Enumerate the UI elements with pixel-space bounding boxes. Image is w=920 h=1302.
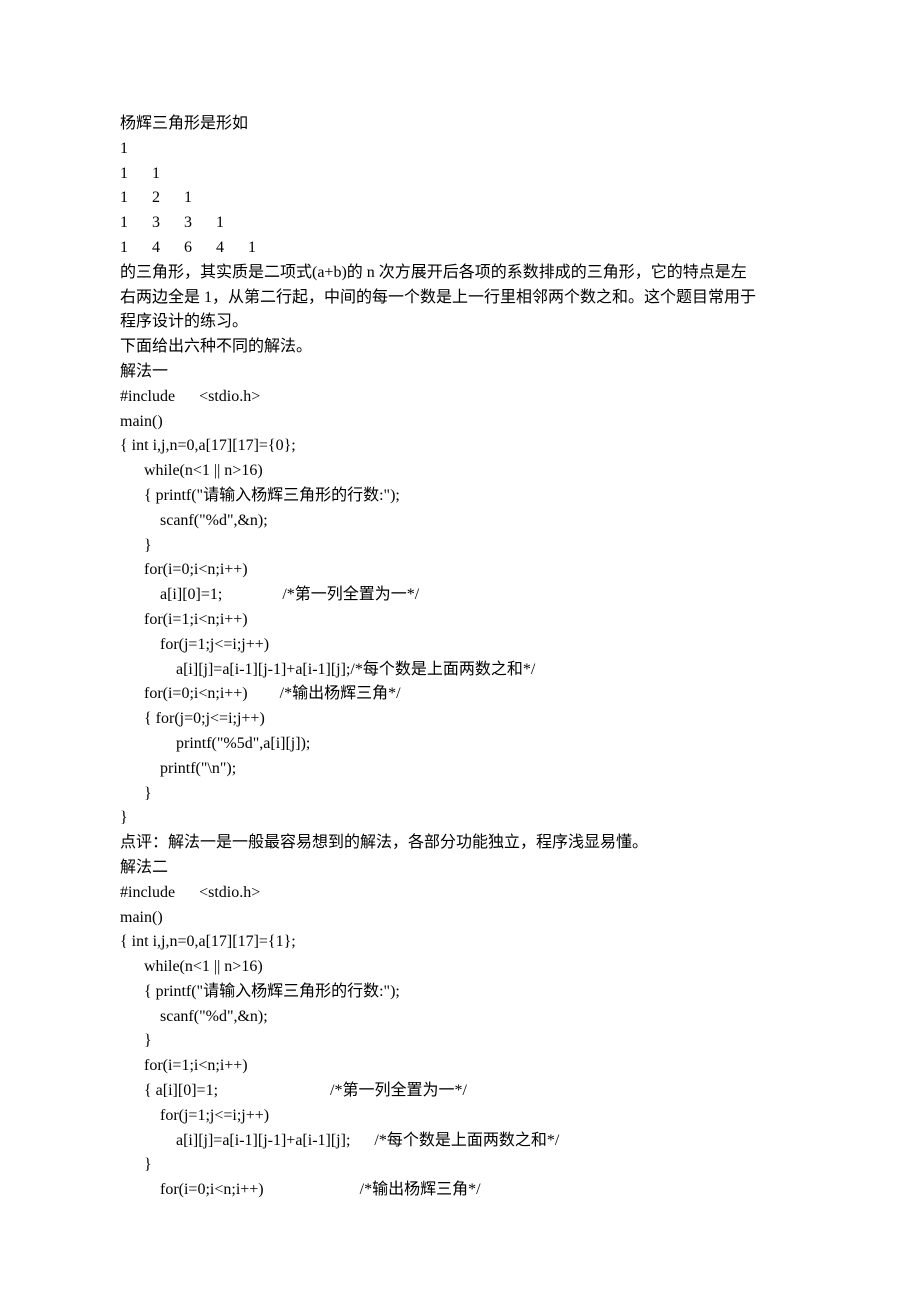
code-line: }	[120, 1029, 800, 1054]
text-line: 解法二	[120, 856, 800, 881]
code-line: for(i=0;i<n;i++) /*输出杨辉三角*/	[120, 1178, 800, 1203]
text-line: 右两边全是 1，从第二行起，中间的每一个数是上一行里相邻两个数之和。这个题目常用…	[120, 286, 800, 311]
text-line: 1	[120, 137, 800, 162]
code-line: main()	[120, 410, 800, 435]
code-line: scanf("%d",&n);	[120, 509, 800, 534]
code-line: for(i=1;i<n;i++)	[120, 608, 800, 633]
code-line: #include <stdio.h>	[120, 881, 800, 906]
code-line: }	[120, 806, 800, 831]
code-line: printf("\n");	[120, 757, 800, 782]
text-line: 1 4 6 4 1	[120, 236, 800, 261]
code-line: { printf("请输入杨辉三角形的行数:");	[120, 980, 800, 1005]
code-line: for(j=1;j<=i;j++)	[120, 633, 800, 658]
code-line: { for(j=0;j<=i;j++)	[120, 707, 800, 732]
code-line: a[i][0]=1; /*第一列全置为一*/	[120, 583, 800, 608]
text-line: 下面给出六种不同的解法。	[120, 335, 800, 360]
code-line: { printf("请输入杨辉三角形的行数:");	[120, 484, 800, 509]
code-line: }	[120, 1153, 800, 1178]
code-line: main()	[120, 906, 800, 931]
code-line: { a[i][0]=1; /*第一列全置为一*/	[120, 1079, 800, 1104]
text-line: 程序设计的练习。	[120, 310, 800, 335]
code-line: }	[120, 782, 800, 807]
code-line: { int i,j,n=0,a[17][17]={0};	[120, 434, 800, 459]
code-line: while(n<1 || n>16)	[120, 955, 800, 980]
code-line: scanf("%d",&n);	[120, 1005, 800, 1030]
text-line: 杨辉三角形是形如	[120, 112, 800, 137]
code-line: while(n<1 || n>16)	[120, 459, 800, 484]
text-line: 1 2 1	[120, 186, 800, 211]
code-line: a[i][j]=a[i-1][j-1]+a[i-1][j]; /*每个数是上面两…	[120, 1129, 800, 1154]
text-line: 1 3 3 1	[120, 211, 800, 236]
text-line: 的三角形，其实质是二项式(a+b)的 n 次方展开后各项的系数排成的三角形，它的…	[120, 261, 800, 286]
text-line: 解法一	[120, 360, 800, 385]
code-line: for(i=1;i<n;i++)	[120, 1054, 800, 1079]
code-line: }	[120, 534, 800, 559]
text-line: 1 1	[120, 162, 800, 187]
code-line: for(j=1;j<=i;j++)	[120, 1104, 800, 1129]
document-page: 杨辉三角形是形如 1 1 1 1 2 1 1 3 3 1 1 4 6 4 1 的…	[0, 0, 920, 1302]
code-line: a[i][j]=a[i-1][j-1]+a[i-1][j];/*每个数是上面两数…	[120, 658, 800, 683]
code-line: for(i=0;i<n;i++) /*输出杨辉三角*/	[120, 682, 800, 707]
code-line: for(i=0;i<n;i++)	[120, 558, 800, 583]
text-line: 点评：解法一是一般最容易想到的解法，各部分功能独立，程序浅显易懂。	[120, 831, 800, 856]
code-line: printf("%5d",a[i][j]);	[120, 732, 800, 757]
code-line: #include <stdio.h>	[120, 385, 800, 410]
code-line: { int i,j,n=0,a[17][17]={1};	[120, 930, 800, 955]
